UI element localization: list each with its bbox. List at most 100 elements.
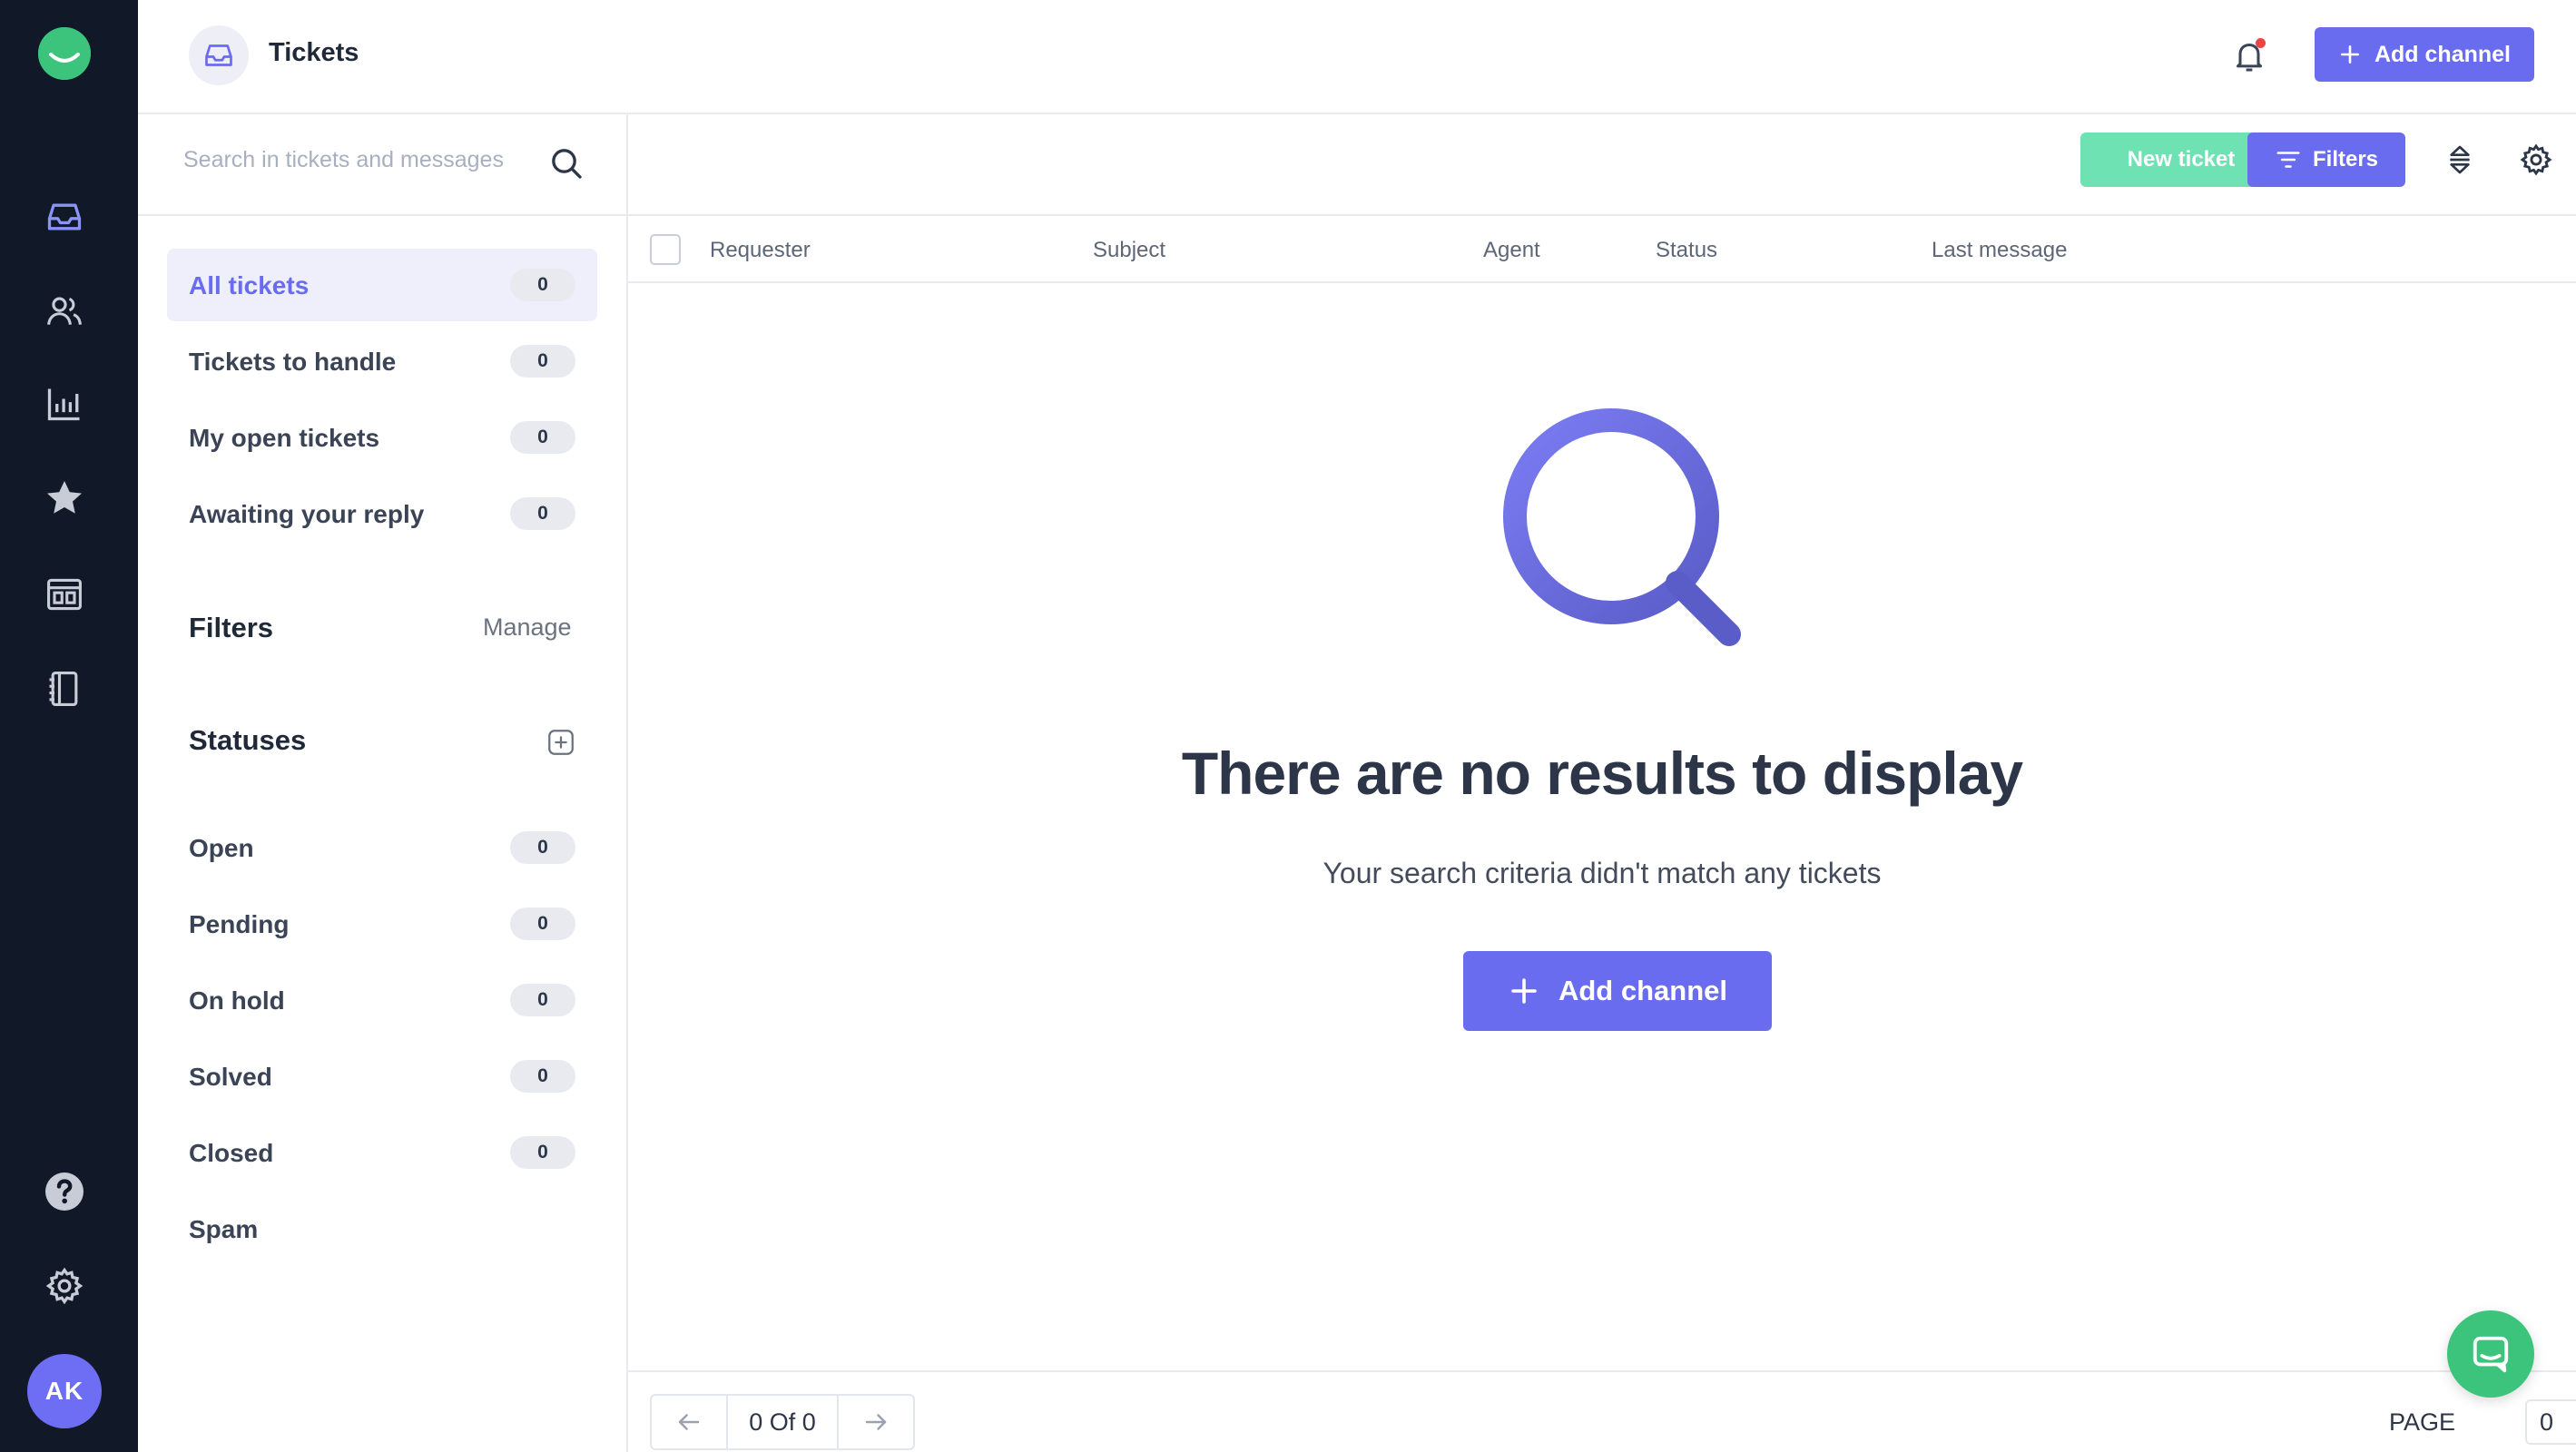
status-label: Open [189, 834, 254, 862]
count-badge: 0 [510, 1060, 575, 1093]
rail-help-button[interactable] [40, 1167, 89, 1216]
page-header: Tickets Add channel [138, 0, 2576, 114]
bar-chart-icon [47, 388, 80, 421]
status-label: On hold [189, 986, 285, 1015]
app-logo[interactable] [38, 27, 91, 80]
arrow-left-icon [678, 1414, 700, 1430]
layout-icon [47, 578, 82, 611]
pager-status: 0 Of 0 [726, 1396, 839, 1448]
magnifier-icon [1503, 408, 1741, 646]
add-status-button[interactable] [543, 724, 579, 760]
statuses-heading: Statuses [189, 724, 307, 756]
count-badge: 0 [510, 984, 575, 1016]
gear-icon [2520, 143, 2552, 176]
page-icon [189, 25, 249, 85]
tickets-main: New ticket Filters Requester Subject Age… [628, 114, 2576, 1452]
status-spam[interactable]: Spam [167, 1192, 597, 1265]
plus-icon [2341, 45, 2359, 64]
status-on-hold[interactable]: On hold 0 [167, 964, 597, 1036]
filters-button[interactable]: Filters [2247, 132, 2405, 187]
notification-dot [2256, 38, 2266, 48]
count-badge: 0 [510, 1136, 575, 1169]
gear-icon [45, 1267, 84, 1305]
avatar[interactable]: AK [27, 1354, 102, 1428]
empty-add-channel-button[interactable]: Add channel [1463, 951, 1772, 1031]
rail-customers-button[interactable] [40, 287, 89, 336]
notifications-button[interactable] [2224, 31, 2275, 82]
plus-square-icon [548, 730, 574, 755]
status-label: Pending [189, 910, 290, 938]
add-channel-label: Add channel [2374, 41, 2511, 67]
table-footer: 0 Of 0 PAGE 0 [628, 1370, 2576, 1452]
view-tickets-to-handle[interactable]: Tickets to handle 0 [167, 325, 597, 397]
help-icon [45, 1172, 84, 1211]
count-badge: 0 [510, 345, 575, 378]
filters-label: Filters [2312, 147, 2379, 172]
count-badge: 0 [510, 497, 575, 530]
status-open[interactable]: Open 0 [167, 811, 597, 884]
rail-knowledge-button[interactable] [40, 664, 89, 713]
rail-favorites-button[interactable] [40, 474, 89, 523]
view-label: My open tickets [189, 424, 380, 452]
inbox-icon [47, 203, 82, 231]
status-label: Spam [189, 1215, 259, 1243]
logo-icon [38, 27, 91, 80]
empty-state-title: There are no results to display [1181, 740, 2023, 807]
count-badge: 0 [510, 269, 575, 301]
page-title: Tickets [269, 38, 359, 67]
tickets-toolbar: New ticket Filters [628, 114, 2576, 216]
manage-filters-link[interactable]: Manage [483, 613, 572, 642]
arrow-right-icon [865, 1414, 887, 1430]
rail-widgets-button[interactable] [40, 570, 89, 619]
search-input[interactable]: Search in tickets and messages [183, 147, 504, 173]
page-number-input[interactable]: 0 [2525, 1399, 2576, 1445]
status-closed[interactable]: Closed 0 [167, 1116, 597, 1189]
empty-add-channel-label: Add channel [1558, 975, 1727, 1006]
status-label: Closed [189, 1139, 274, 1167]
view-label: All tickets [189, 271, 310, 299]
sort-icon [2450, 145, 2470, 174]
view-my-open-tickets[interactable]: My open tickets 0 [167, 401, 597, 474]
filters-heading: Filters [189, 612, 274, 643]
count-badge: 0 [510, 908, 575, 940]
chat-widget-button[interactable] [2447, 1310, 2534, 1398]
select-all-checkbox[interactable] [650, 234, 681, 265]
previous-page-button[interactable] [652, 1396, 726, 1448]
page-label: PAGE [2389, 1408, 2456, 1436]
table-settings-button[interactable] [2511, 134, 2561, 185]
view-all-tickets[interactable]: All tickets 0 [167, 249, 597, 321]
status-pending[interactable]: Pending 0 [167, 888, 597, 960]
search-icon [552, 149, 582, 179]
inbox-icon [205, 44, 232, 66]
filter-lines-icon [2276, 152, 2300, 168]
pager: 0 Of 0 [650, 1394, 915, 1450]
chat-bubble-icon [2473, 1336, 2509, 1373]
sort-button[interactable] [2434, 134, 2485, 185]
next-page-button[interactable] [839, 1396, 913, 1448]
view-awaiting-your-reply[interactable]: Awaiting your reply 0 [167, 477, 597, 550]
column-subject[interactable]: Subject [1093, 238, 1165, 263]
app-rail: AK [0, 0, 138, 1452]
search-button[interactable] [543, 140, 590, 187]
column-last-message[interactable]: Last message [1932, 238, 2067, 263]
search-bar[interactable]: Search in tickets and messages [138, 114, 626, 216]
rail-settings-button[interactable] [40, 1261, 89, 1310]
view-label: Tickets to handle [189, 348, 397, 376]
users-icon [47, 297, 82, 325]
empty-state-subtitle: Your search criteria didn't match any ti… [1322, 857, 1882, 889]
column-requester[interactable]: Requester [710, 238, 811, 263]
tickets-sidebar: Search in tickets and messages All ticke… [138, 114, 628, 1452]
book-icon [49, 672, 78, 706]
column-status[interactable]: Status [1656, 238, 1717, 263]
plus-icon [1511, 978, 1537, 1004]
rail-reports-button[interactable] [40, 379, 89, 428]
table-header: Requester Subject Agent Status Last mess… [628, 216, 2576, 283]
column-agent[interactable]: Agent [1483, 238, 1540, 263]
status-label: Solved [189, 1063, 272, 1091]
star-icon [47, 481, 82, 514]
status-solved[interactable]: Solved 0 [167, 1040, 597, 1113]
count-badge: 0 [510, 421, 575, 454]
count-badge: 0 [510, 831, 575, 864]
add-channel-button[interactable]: Add channel [2315, 27, 2534, 82]
rail-tickets-button[interactable] [40, 192, 89, 241]
